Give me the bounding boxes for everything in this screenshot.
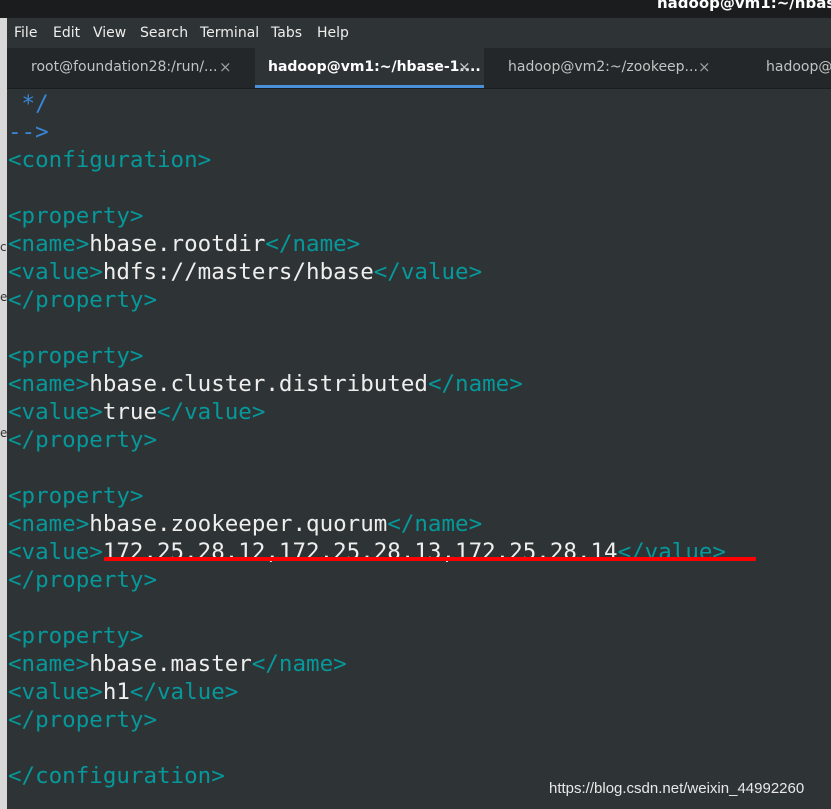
background-glyph: c <box>0 240 7 254</box>
tab-label: root@foundation28:/run/... <box>31 59 218 75</box>
tab-label: hadoop@v <box>766 59 831 75</box>
property-open-tag: <property> <box>8 483 144 509</box>
value-line: <value>172.25.28.12,172.25.28.13,172.25.… <box>8 539 726 565</box>
comment-close: --> <box>8 119 49 145</box>
property-close-tag: </property> <box>8 567 158 593</box>
tab-label: hadoop@vm1:~/hbase-1.... <box>268 59 481 75</box>
tab-bar: root@foundation28:/run/... × hadoop@vm1:… <box>7 48 831 89</box>
property-name: hbase.rootdir <box>89 231 266 257</box>
value-line: <value>hdfs://masters/hbase</value> <box>8 259 483 285</box>
terminal-content[interactable]: */ --> <configuration> <property> <name>… <box>8 90 831 809</box>
watermark: https://blog.csdn.net/weixin_44992260 <box>549 780 805 797</box>
property-value: h1 <box>102 679 130 705</box>
tab-close-icon[interactable]: × <box>458 58 471 76</box>
background-glyph: e <box>0 290 8 304</box>
red-underline-annotation <box>104 557 756 561</box>
name-line: <name>hbase.rootdir</name> <box>8 231 361 257</box>
comment-end: */ <box>8 91 49 117</box>
property-value: 172.25.28.12,172.25.28.13,172.25.28.14 <box>102 539 618 565</box>
tab-hadoop-vm1[interactable]: hadoop@vm1:~/hbase-1.... × <box>255 48 484 88</box>
value-line: <value>true</value> <box>8 399 266 425</box>
property-name: hbase.master <box>89 651 252 677</box>
configuration-close-tag: </configuration> <box>8 763 225 789</box>
menu-terminal[interactable]: Terminal <box>200 25 259 41</box>
tab-root-foundation[interactable]: root@foundation28:/run/... × <box>7 48 255 88</box>
property-open-tag: <property> <box>8 343 144 369</box>
property-name: hbase.cluster.distributed <box>89 371 428 397</box>
property-value: hdfs://masters/hbase <box>102 259 374 285</box>
configuration-open-tag: <configuration> <box>8 147 212 173</box>
menu-view[interactable]: View <box>93 25 126 41</box>
value-line: <value>h1</value> <box>8 679 239 705</box>
name-line: <name>hbase.zookeeper.quorum</name> <box>8 511 483 537</box>
name-line: <name>hbase.cluster.distributed</name> <box>8 371 523 397</box>
menu-bar: File Edit View Search Terminal Tabs Help <box>7 18 831 48</box>
tab-close-icon[interactable]: × <box>219 58 232 76</box>
tab-close-icon[interactable]: × <box>698 58 711 76</box>
menu-help[interactable]: Help <box>317 25 349 41</box>
tab-hadoop-vm-partial[interactable]: hadoop@v <box>729 48 831 88</box>
property-open-tag: <property> <box>8 203 144 229</box>
property-value: true <box>102 399 158 425</box>
property-name: hbase.zookeeper.quorum <box>89 511 388 537</box>
window-titlebar: hadoop@vm1:~/hbase-1.2 <box>0 0 831 18</box>
background-window-edge: c e e <box>0 18 7 809</box>
property-close-tag: </property> <box>8 427 158 453</box>
menu-search[interactable]: Search <box>140 25 188 41</box>
tab-label: hadoop@vm2:~/zookeep... <box>508 59 698 75</box>
tab-hadoop-vm2[interactable]: hadoop@vm2:~/zookeep... × <box>484 48 729 88</box>
menu-edit[interactable]: Edit <box>53 25 80 41</box>
menu-file[interactable]: File <box>14 25 37 41</box>
name-line: <name>hbase.master</name> <box>8 651 347 677</box>
background-glyph: e <box>0 426 8 440</box>
property-close-tag: </property> <box>8 287 158 313</box>
window-title: hadoop@vm1:~/hbase-1.2 <box>657 0 831 12</box>
menu-tabs[interactable]: Tabs <box>271 25 302 41</box>
property-open-tag: <property> <box>8 623 144 649</box>
property-close-tag: </property> <box>8 707 158 733</box>
